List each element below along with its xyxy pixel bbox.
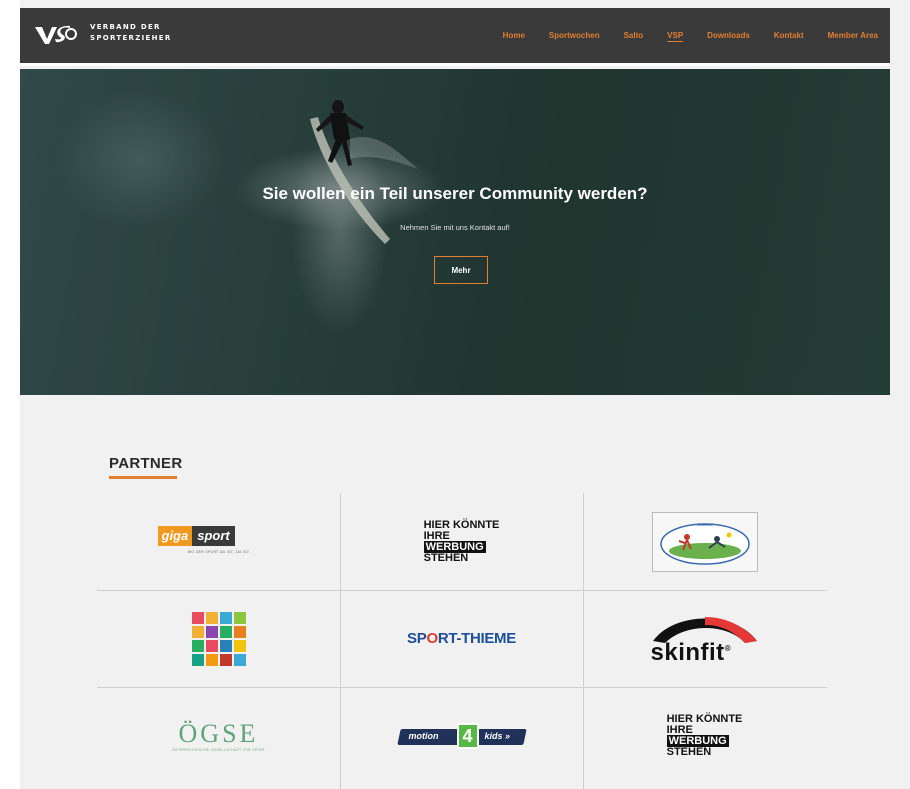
mehr-button[interactable]: Mehr: [434, 256, 488, 284]
hier-line2: IHRE: [423, 529, 450, 542]
partner-motion4kids[interactable]: motion 4 kids »: [340, 687, 583, 784]
brand-name-line1: VERBAND DER: [90, 23, 161, 31]
skinfit-logo: skinfit®: [645, 607, 765, 671]
partner-squares[interactable]: [97, 590, 340, 687]
sports-club-emblem-icon: [659, 522, 750, 565]
brand-name-line2: SPORTERZIEHER: [90, 34, 172, 42]
page: VERBAND DER SPORTERZIEHER Home Sportwoch…: [20, 0, 910, 789]
partner-gigasport[interactable]: giga sport WO DER SPORT DA IST, DA IST: [97, 493, 340, 590]
partner-placeholder-2[interactable]: HIER KÖNNTE IHRE WERBUNG STEHEN: [583, 687, 826, 784]
hero-title: Sie wollen ein Teil unserer Community we…: [262, 184, 648, 203]
main-nav: Home Sportwochen Salto VSP Downloads Kon…: [491, 8, 890, 63]
partner-heading: PARTNER: [109, 455, 183, 472]
partner-grid: giga sport WO DER SPORT DA IST, DA IST H…: [97, 493, 827, 789]
verein-logo: [651, 511, 758, 572]
gigasport-tagline: WO DER SPORT DA IST, DA IST: [187, 549, 250, 554]
ogse-logo: ÖGSE ÖSTERREICHISCHE GESELLSCHAFT FÜR SP…: [171, 718, 266, 752]
nav-home[interactable]: Home: [503, 31, 525, 40]
nav-salto[interactable]: Salto: [624, 31, 644, 40]
partner-skinfit[interactable]: skinfit®: [583, 590, 826, 687]
sport-thieme-b: RT-THIEME: [437, 630, 516, 647]
hier2-line1: HIER KÖNNTE: [666, 712, 743, 725]
ogse-subline: ÖSTERREICHISCHE GESELLSCHAFT FÜR SPORT: [171, 747, 266, 752]
ogse-wordmark: ÖGSE: [178, 718, 259, 748]
nav-member-area[interactable]: Member Area: [828, 31, 878, 40]
skinfit-registered: ®: [724, 643, 732, 653]
hier-koennte-logo: HIER KÖNNTE IHRE WERBUNG STEHEN: [423, 518, 500, 564]
hier-line4: STEHEN: [423, 551, 469, 564]
motion4kids-four: 4: [456, 722, 479, 749]
motion4kids-motion: motion: [408, 730, 439, 741]
gigasport-sport: sport: [192, 525, 235, 546]
nav-sportwochen[interactable]: Sportwochen: [549, 31, 600, 40]
colored-squares-logo: [191, 611, 246, 666]
sport-thieme-logo: SPORT-THIEME: [407, 630, 516, 647]
hier2-line3: WERBUNG: [666, 734, 729, 747]
hier2-line2: IHRE: [666, 723, 693, 736]
hero-subtitle: Nehmen Sie mit uns Kontakt auf!: [400, 223, 510, 232]
hero-overlay: [20, 69, 890, 395]
partner-heading-underline: [109, 476, 177, 479]
gigasport-giga: giga: [157, 525, 193, 546]
partner-placeholder-1[interactable]: HIER KÖNNTE IHRE WERBUNG STEHEN: [340, 493, 583, 590]
partner-sport-thieme[interactable]: SPORT-THIEME: [340, 590, 583, 687]
sport-thieme-o: O: [426, 630, 438, 647]
nav-vsp[interactable]: VSP: [667, 31, 683, 40]
hier2-line4: STEHEN: [666, 745, 712, 758]
gigasport-logo: giga sport WO DER SPORT DA IST, DA IST: [157, 524, 280, 560]
gigasport-wordmark: giga sport: [157, 525, 235, 546]
skinfit-wordmark: skinfit®: [651, 639, 732, 667]
motion4kids-logo: motion 4 kids »: [396, 721, 527, 751]
skinfit-name: skinfit: [650, 638, 725, 666]
vsp-logo-icon[interactable]: [34, 23, 78, 47]
nav-kontakt[interactable]: Kontakt: [774, 31, 804, 40]
partner-ogse[interactable]: ÖGSE ÖSTERREICHISCHE GESELLSCHAFT FÜR SP…: [97, 687, 340, 784]
motion4kids-kids: kids »: [484, 730, 511, 741]
site-header: VERBAND DER SPORTERZIEHER Home Sportwoch…: [20, 8, 890, 66]
brand-name[interactable]: VERBAND DER SPORTERZIEHER: [90, 22, 172, 44]
hier-line3: WERBUNG: [423, 540, 486, 553]
sport-thieme-a: SP: [407, 630, 427, 647]
hier-line1: HIER KÖNNTE: [423, 518, 500, 531]
nav-downloads[interactable]: Downloads: [707, 31, 750, 40]
hier-koennte-logo-2: HIER KÖNNTE IHRE WERBUNG STEHEN: [666, 712, 743, 758]
partner-verein[interactable]: [583, 493, 826, 590]
hero-banner: Sie wollen ein Teil unserer Community we…: [20, 69, 890, 395]
